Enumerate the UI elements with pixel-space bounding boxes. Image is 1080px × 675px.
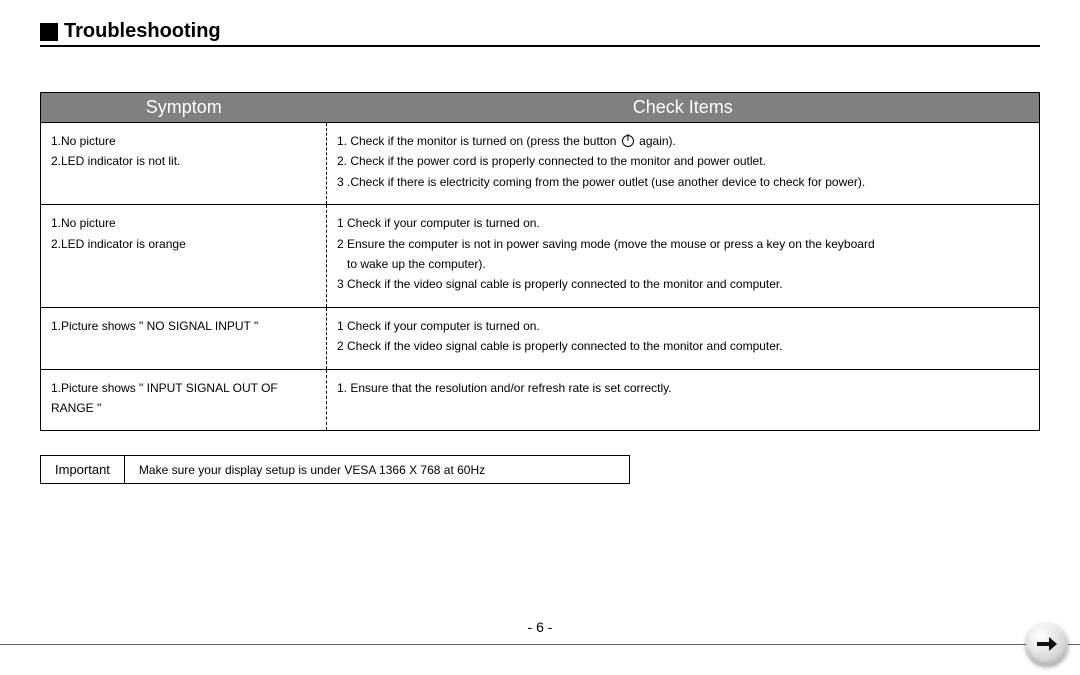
symptom-cell: 1.Picture shows " NO SIGNAL INPUT "	[41, 307, 327, 369]
table-row: 1.No picture 2.LED indicator is orange 1…	[41, 205, 1040, 308]
important-note: Important Make sure your display setup i…	[40, 455, 630, 484]
important-label: Important	[41, 456, 125, 483]
table-row: 1.No picture 2.LED indicator is not lit.…	[41, 123, 1040, 205]
column-header-symptom: Symptom	[41, 93, 327, 123]
table-row: 1.Picture shows " NO SIGNAL INPUT " 1 Ch…	[41, 307, 1040, 369]
troubleshooting-table: Symptom Check Items 1.No picture 2.LED i…	[40, 92, 1040, 431]
check-cell: 1. Ensure that the resolution and/or ref…	[327, 369, 1040, 431]
page-container: Troubleshooting Symptom Check Items 1.No…	[0, 0, 1080, 484]
check-cell: 1. Check if the monitor is turned on (pr…	[327, 123, 1040, 205]
section-title-bar: Troubleshooting	[40, 20, 1040, 47]
symptom-cell: 1.Picture shows " INPUT SIGNAL OUT OF RA…	[41, 369, 327, 431]
title-square-icon	[40, 23, 58, 41]
power-icon	[622, 135, 634, 147]
column-header-check: Check Items	[327, 93, 1040, 123]
check-cell: 1 Check if your computer is turned on. 2…	[327, 205, 1040, 308]
important-text: Make sure your display setup is under VE…	[125, 457, 629, 483]
check-cell: 1 Check if your computer is turned on. 2…	[327, 307, 1040, 369]
footer-divider	[0, 644, 1080, 645]
next-page-button[interactable]	[1026, 623, 1068, 665]
symptom-cell: 1.No picture 2.LED indicator is not lit.	[41, 123, 327, 205]
section-title: Troubleshooting	[64, 20, 221, 43]
table-row: 1.Picture shows " INPUT SIGNAL OUT OF RA…	[41, 369, 1040, 431]
symptom-cell: 1.No picture 2.LED indicator is orange	[41, 205, 327, 308]
page-number: - 6 -	[0, 619, 1080, 635]
next-arrow-icon	[1037, 637, 1057, 651]
